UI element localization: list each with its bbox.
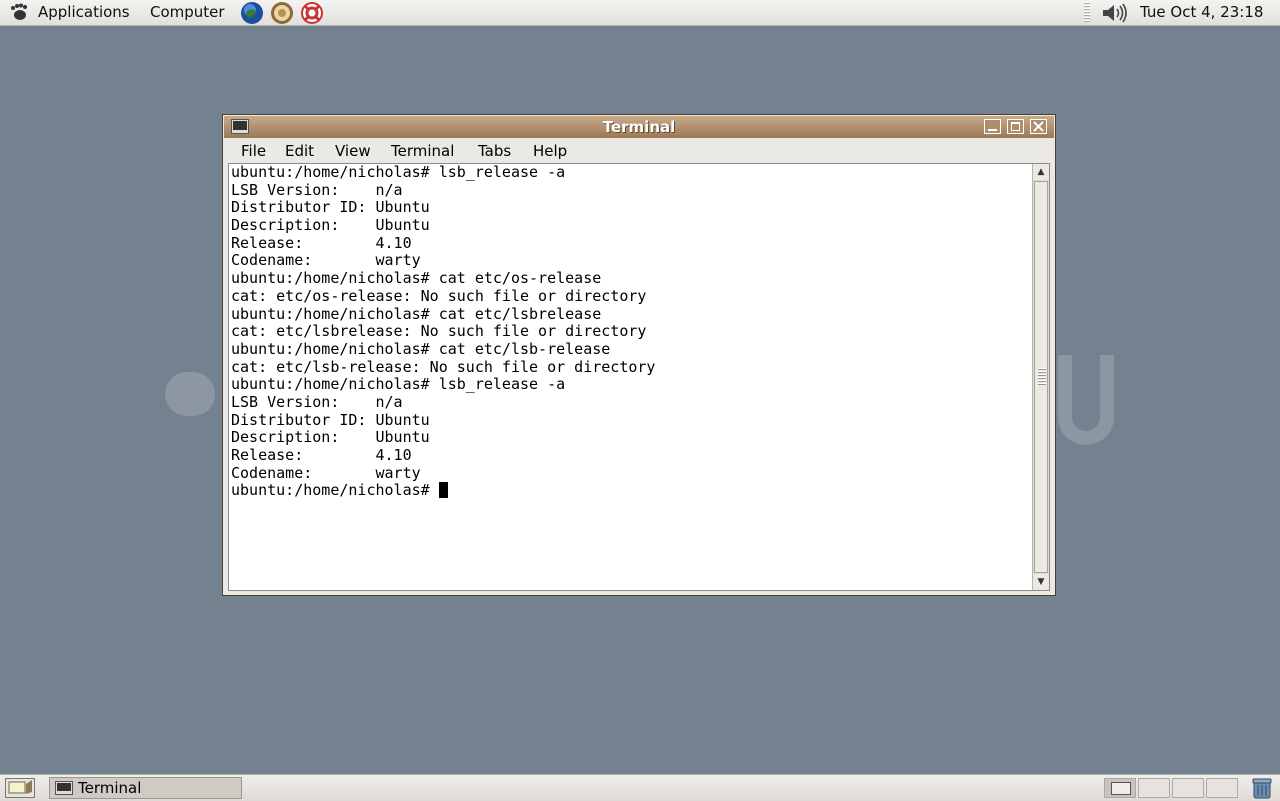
scroll-grip-icon — [1038, 368, 1046, 386]
taskbar-terminal-label: Terminal — [78, 779, 142, 797]
minimize-icon — [988, 129, 997, 131]
terminal-line: LSB Version: n/a — [231, 392, 403, 411]
terminal-line: Release: 4.10 — [231, 446, 412, 464]
workspace-2[interactable] — [1138, 778, 1170, 798]
terminal-line: cat: etc/lsbrelease: No such file or dir… — [231, 322, 647, 341]
taskbar-terminal-button[interactable]: Terminal — [49, 777, 242, 799]
terminal-line: ubuntu:/home/nicholas# cat etc/lsb-relea… — [231, 339, 611, 358]
scrollbar-thumb[interactable] — [1034, 181, 1048, 573]
close-button[interactable] — [1030, 119, 1047, 134]
workspace-1[interactable] — [1104, 778, 1136, 798]
vertical-scrollbar[interactable]: ▲ ▼ — [1032, 164, 1049, 590]
scroll-down-arrow-icon[interactable]: ▼ — [1033, 574, 1049, 590]
menu-file[interactable]: File — [241, 138, 266, 164]
menu-bar: File Edit View Terminal Tabs Help — [224, 138, 1054, 164]
gnome-foot-icon[interactable] — [8, 3, 30, 22]
scroll-up-arrow-icon[interactable]: ▲ — [1033, 164, 1049, 180]
close-icon — [1033, 121, 1044, 132]
current-prompt: ubuntu:/home/nicholas# — [231, 481, 439, 500]
workspace-window-thumb — [1111, 782, 1131, 795]
terminal-line: Description: Ubuntu — [231, 216, 430, 235]
title-bar[interactable]: Terminal — [224, 116, 1054, 138]
terminal-line: ubuntu:/home/nicholas# cat etc/lsbreleas… — [231, 304, 602, 323]
terminal-output[interactable]: ubuntu:/home/nicholas# lsb_release -a LS… — [228, 163, 1050, 591]
help-icon[interactable] — [300, 1, 324, 25]
maximize-button[interactable] — [1007, 119, 1024, 134]
menu-help[interactable]: Help — [533, 138, 567, 164]
clock[interactable]: Tue Oct 4, 23:18 — [1140, 0, 1263, 25]
menu-terminal[interactable]: Terminal — [391, 138, 454, 164]
text-cursor — [438, 482, 448, 499]
terminal-line: Distributor ID: Ubuntu — [231, 410, 430, 429]
panel-separator — [1084, 2, 1090, 23]
terminal-line: ubuntu:/home/nicholas# lsb_release -a — [231, 163, 566, 181]
trash-icon[interactable] — [1251, 777, 1273, 799]
terminal-line: Distributor ID: Ubuntu — [231, 198, 430, 217]
minimize-button[interactable] — [984, 119, 1001, 134]
web-browser-icon[interactable] — [240, 1, 264, 25]
menu-tabs[interactable]: Tabs — [478, 138, 511, 164]
show-desktop-icon[interactable] — [5, 778, 35, 798]
menu-edit[interactable]: Edit — [285, 138, 314, 164]
workspace-4[interactable] — [1206, 778, 1238, 798]
terminal-line: cat: etc/lsb-release: No such file or di… — [231, 357, 656, 376]
terminal-line: LSB Version: n/a — [231, 180, 403, 199]
terminal-line: Codename: warty — [231, 463, 421, 482]
top-panel: Applications Computer Tue Oct 4, 23:18 — [0, 0, 1280, 26]
terminal-line: ubuntu:/home/nicholas# cat etc/os-releas… — [231, 269, 602, 288]
applications-menu[interactable]: Applications — [38, 0, 130, 25]
terminal-line: Description: Ubuntu — [231, 428, 430, 447]
maximize-icon — [1011, 122, 1020, 131]
menu-view[interactable]: View — [335, 138, 371, 164]
terminal-task-icon — [55, 781, 73, 795]
email-client-icon[interactable] — [270, 1, 294, 25]
speaker-icon[interactable] — [1100, 1, 1130, 25]
terminal-lines: ubuntu:/home/nicholas# lsb_release -a LS… — [231, 164, 655, 500]
workspace-3[interactable] — [1172, 778, 1204, 798]
terminal-line: cat: etc/os-release: No such file or dir… — [231, 286, 647, 305]
terminal-line: ubuntu:/home/nicholas# lsb_release -a — [231, 375, 566, 394]
prompt-line: ubuntu:/home/nicholas# — [231, 482, 655, 500]
bottom-panel: Terminal — [0, 774, 1280, 801]
terminal-line: Codename: warty — [231, 251, 421, 270]
window-title: Terminal — [602, 118, 676, 136]
terminal-line: Release: 4.10 — [231, 233, 412, 252]
terminal-window: Terminal File Edit View Terminal Tabs He… — [222, 114, 1056, 596]
computer-menu[interactable]: Computer — [150, 0, 225, 25]
